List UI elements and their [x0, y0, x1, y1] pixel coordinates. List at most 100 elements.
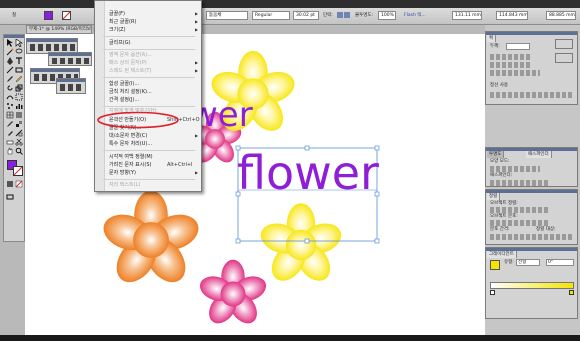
pencil-tool-icon[interactable] — [15, 75, 23, 83]
tool-row-icon[interactable] — [52, 58, 90, 64]
yellow-flower-bottom[interactable] — [256, 203, 346, 288]
document-tab[interactable]: 무제-1* @ 149% (RGB/미리보기) — [26, 25, 92, 34]
menu-item-font[interactable]: 글꼴(F) ▶ — [95, 10, 201, 18]
opacity-field[interactable]: 100% — [378, 11, 396, 20]
fill-swatch[interactable] — [44, 11, 53, 20]
title-strip — [0, 0, 580, 8]
menu-item-size[interactable]: 크기(Z) ▶ — [95, 26, 201, 34]
graph-tool-icon[interactable] — [15, 102, 23, 110]
flash-text-label[interactable]: Flash 텍... — [404, 12, 426, 19]
free-transform-tool-icon[interactable] — [15, 93, 23, 101]
symbol-sprayer-tool-icon[interactable] — [6, 102, 14, 110]
tab-stroke[interactable]: 획 — [487, 35, 497, 42]
warp-tool-icon[interactable] — [6, 93, 14, 101]
menu-item-glyphs[interactable]: 글리프(G) — [95, 39, 201, 47]
lasso-tool-icon[interactable] — [15, 48, 23, 56]
line-tool-icon[interactable] — [6, 66, 14, 74]
stroke-join-buttons[interactable] — [490, 62, 530, 68]
x-field[interactable]: 131.11 mm — [452, 11, 482, 20]
tab-pathfinder[interactable]: 패스파인더 — [526, 151, 552, 158]
menu-item-change-case[interactable]: 대/소문자 변경(C) ▶ — [95, 132, 201, 140]
stroke-align-buttons[interactable] — [490, 70, 540, 76]
eyedropper-tool-icon[interactable] — [6, 120, 14, 128]
tool-row-icon[interactable] — [60, 84, 84, 91]
submenu-arrow-icon: ▶ — [195, 133, 199, 138]
direct-selection-tool-icon[interactable] — [15, 38, 24, 48]
gradient-panel: 그레이디언트 유형: 선형 0° — [485, 247, 578, 319]
menu-item-kinsoku-settings[interactable]: 금칙 처리 설정(K)... — [95, 88, 201, 96]
floating-tool-panel-4[interactable] — [56, 78, 86, 94]
gradient-stop-end[interactable] — [569, 290, 574, 295]
w-field[interactable]: 88.885 mm — [546, 11, 576, 20]
selection-tool-icon[interactable] — [6, 39, 14, 47]
screen-mode-icon[interactable] — [6, 193, 14, 201]
menu-item-optical-margin-alignment[interactable]: 시각적 여백 정렬(M) — [95, 153, 201, 161]
eraser-tool-icon[interactable] — [6, 138, 14, 146]
zoom-tool-icon[interactable] — [15, 147, 23, 155]
pink-flower-bottom[interactable] — [196, 259, 270, 329]
slice-tool-icon[interactable] — [15, 129, 23, 137]
gradient-angle-field[interactable]: 0° — [546, 259, 574, 266]
menu-item-show-hidden-characters[interactable]: 가려진 문자 표시(S) Alt+Ctrl+I — [95, 161, 201, 169]
live-paint-tool-icon[interactable] — [6, 129, 14, 137]
distribute-spacing-label: 분포 간격: — [490, 227, 510, 232]
align-center-icon[interactable] — [344, 12, 350, 18]
type-tool-icon[interactable] — [15, 57, 23, 65]
mesh-tool-icon[interactable] — [6, 111, 14, 119]
stroke-color-swatch[interactable] — [13, 166, 23, 176]
align-object-buttons[interactable] — [490, 207, 550, 213]
stroke-swatch[interactable] — [62, 11, 71, 20]
tab-transparency[interactable]: 투명도 — [487, 151, 505, 158]
font-style-field[interactable]: Regular — [252, 11, 290, 20]
menu-item-mojikumi-settings[interactable]: 간격 설정(J)... — [95, 96, 201, 104]
pathfinder-buttons[interactable] — [490, 180, 550, 186]
scissors-tool-icon[interactable] — [15, 138, 23, 146]
distribute-spacing-buttons[interactable] — [490, 234, 574, 240]
font-family-field[interactable]: 돋움체 — [206, 11, 248, 20]
rectangle-tool-icon[interactable] — [15, 66, 23, 74]
dash-fields[interactable] — [490, 92, 574, 98]
stroke-cap-buttons[interactable] — [490, 54, 530, 60]
tab-align[interactable]: 정렬 — [487, 193, 501, 200]
highlight-circle-annotation — [97, 111, 179, 129]
swatch-group-icon[interactable] — [555, 39, 573, 49]
pen-tool-icon[interactable] — [6, 57, 14, 65]
menu-item-recent-fonts[interactable]: 최근 글꼴(R) ▶ — [95, 18, 201, 26]
menu-item-type-orientation[interactable]: 문자 방향(Y) ▶ — [95, 169, 201, 177]
scale-tool-icon[interactable] — [15, 84, 23, 92]
menu-item-threaded-text[interactable]: 스레드 된 텍스트(T) ▶ — [95, 67, 201, 75]
tool-row-icon[interactable] — [30, 44, 76, 51]
flower-text[interactable]: flower — [237, 146, 379, 200]
app-window: 칠 돋움체 Regular 30.02 pt 단락: 불투명도: 100% Fl… — [0, 0, 580, 341]
gradient-type-select[interactable]: 선형 — [516, 259, 540, 266]
opacity-label: 불투명도: — [355, 13, 374, 18]
shape-mode-buttons[interactable] — [490, 166, 540, 172]
font-size-field[interactable]: 30.02 pt — [293, 11, 319, 20]
orange-flower[interactable] — [98, 190, 204, 290]
distribute-object-buttons[interactable] — [490, 220, 550, 226]
paintbrush-tool-icon[interactable] — [6, 75, 14, 83]
blend-tool-icon[interactable] — [15, 120, 23, 128]
menu-item-legacy-text[interactable]: 자리 텍스트(L) — [95, 181, 201, 189]
menu-item-type-on-path[interactable]: 패스 상의 문자(P) ▶ — [95, 59, 201, 67]
menu-item-composite-fonts[interactable]: 합성 글꼴(I)... — [95, 80, 201, 88]
gradient-preview-swatch[interactable] — [490, 260, 500, 270]
gradient-stop-start[interactable] — [490, 290, 495, 295]
menu-item-area-type-options[interactable]: 영역 문자 옵션(A)... — [95, 51, 201, 59]
panel-titlebar[interactable] — [486, 32, 577, 35]
hand-tool-icon[interactable] — [6, 147, 14, 155]
magic-wand-tool-icon[interactable] — [6, 48, 14, 56]
color-mode-icon[interactable] — [6, 180, 14, 188]
rotate-tool-icon[interactable] — [6, 84, 14, 92]
none-mode-icon[interactable] — [15, 180, 23, 188]
tools-panel-titlebar[interactable] — [4, 35, 24, 38]
align-left-icon[interactable] — [337, 12, 343, 18]
stroke-weight-field[interactable] — [506, 43, 530, 50]
floating-tool-panel-2[interactable] — [48, 52, 92, 66]
menu-item-smart-punctuation[interactable]: 특수 문자 처리(U)... — [95, 140, 201, 148]
y-field[interactable]: 114.843 mm — [496, 11, 528, 20]
gradient-tool-icon[interactable] — [15, 111, 23, 119]
brush-group-icon[interactable] — [555, 53, 573, 63]
gradient-slider-bar[interactable] — [490, 282, 574, 289]
tab-gradient[interactable]: 그레이디언트 — [487, 251, 517, 258]
